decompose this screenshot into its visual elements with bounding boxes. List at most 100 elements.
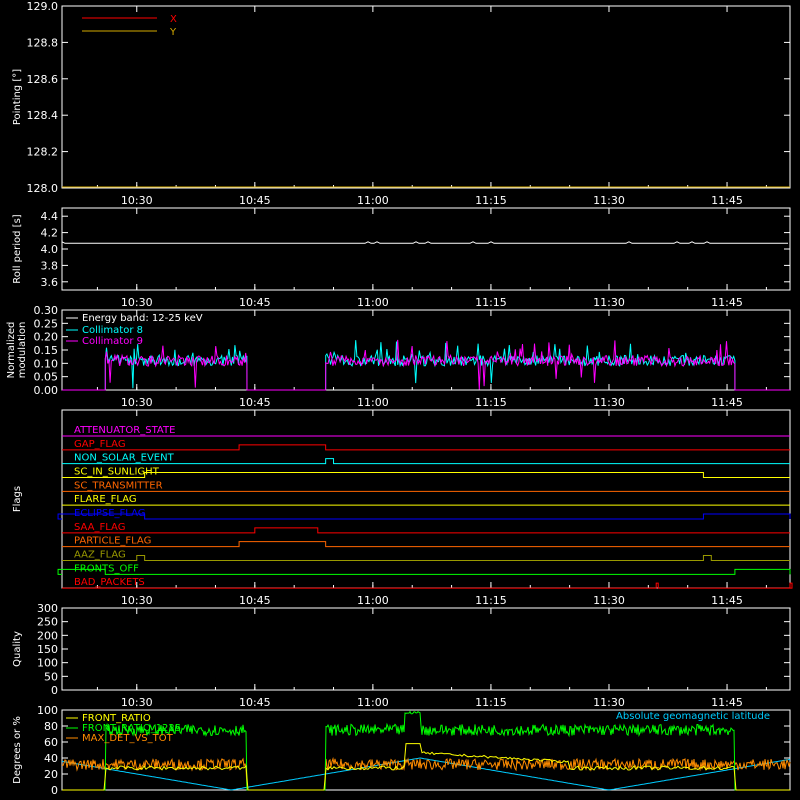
x-tick-label: 11:15	[475, 296, 507, 309]
series-line-max-det	[61, 756, 791, 791]
legend-label-collimator: Collimator 8	[82, 325, 143, 336]
x-tick-label: 11:30	[593, 594, 625, 607]
plot-frame-3	[61, 409, 791, 589]
flag-line-bad_packets	[62, 582, 793, 589]
figure: 10:30 10:45 11:00 11:15 11:30 11:45 128.0 128.2…	[6, 0, 793, 797]
x-tick-label: 10:45	[239, 296, 271, 309]
y-tick-label: 50	[44, 670, 58, 683]
x-tick-label: 10:45	[239, 594, 271, 607]
flag-line-aaz_flag	[62, 555, 790, 561]
x-tick-label: 11:30	[593, 396, 625, 409]
x-tick-label: 10:45	[239, 696, 271, 709]
flag-label-sc_in_sunlight: SC_IN_SUNLIGHT	[74, 467, 160, 478]
y-tick-label: 0.20	[34, 331, 59, 344]
x-tick-label: 11:15	[475, 396, 507, 409]
y-tick-label: 128.2	[27, 146, 59, 159]
flag-label-fronts_off: FRONTS_OFF	[74, 563, 139, 574]
flag-line-particle_flag	[62, 541, 790, 548]
x-tick-label: 11:45	[711, 296, 743, 309]
x-tick-label: 11:15	[475, 696, 507, 709]
y-tick-label: 0.25	[34, 317, 59, 330]
y-tick-label: 128.4	[27, 109, 59, 122]
y-tick-label: 0.00	[34, 384, 59, 397]
y-axis-label: Flags	[12, 486, 23, 512]
series-line-collimator-8	[62, 340, 790, 391]
y-tick-label: 3.6	[41, 276, 59, 289]
y-tick-label: 0.15	[34, 344, 59, 357]
legend-label-y: Y	[169, 27, 177, 38]
y-axis-label: Quality	[12, 631, 23, 667]
x-tick-label: 11:45	[711, 194, 743, 207]
y-tick-label: 40	[44, 752, 58, 765]
x-tick-label: 10:30	[121, 194, 153, 207]
x-tick-label: 11:15	[475, 594, 507, 607]
y-tick-label: 129.0	[27, 0, 59, 13]
x-tick-label: 10:30	[121, 594, 153, 607]
y-tick-label: 128.0	[27, 182, 59, 195]
y-tick-label: 4.2	[41, 227, 59, 240]
flag-label-attenuator_state: ATTENUATOR_STATE	[74, 425, 175, 436]
legend-label-x: X	[170, 14, 177, 25]
legend-label-energy-band: Energy band: 12-25 keV	[82, 313, 203, 324]
y-axis-label: Normalized	[6, 322, 17, 379]
x-tick-label: 10:45	[239, 194, 271, 207]
y-tick-label: 0.30	[34, 304, 59, 317]
flag-label-sc_transmitter: SC_TRANSMITTER	[74, 480, 163, 491]
flag-line-saa_flag	[62, 527, 790, 534]
flag-label-gap_flag: GAP_FLAG	[74, 439, 126, 450]
flag-label-particle_flag: PARTICLE_FLAG	[74, 536, 151, 547]
y-tick-label: 20	[44, 768, 58, 781]
x-tick-label: 10:30	[121, 696, 153, 709]
x-tick-label: 10:30	[121, 296, 153, 309]
x-tick-label: 11:45	[711, 594, 743, 607]
legend-label-max_det_vs_tot: MAX_DET_VS_TOT	[82, 733, 174, 744]
y-tick-label: 150	[37, 643, 58, 656]
x-tick-label: 10:45	[239, 396, 271, 409]
y-tick-label: 0.05	[34, 371, 59, 384]
y-tick-label: 0.10	[34, 357, 59, 370]
flag-label-eclipse_flag: ECLIPSE_FLAG	[74, 508, 145, 519]
flag-label-saa_flag: SAA_FLAG	[74, 522, 125, 533]
flag-label-aaz_flag: AAZ_FLAG	[74, 550, 126, 561]
x-tick-label: 11:00	[357, 396, 389, 409]
y-tick-label: 80	[44, 720, 58, 733]
y-axis-label: Degrees or %	[12, 716, 23, 784]
y-tick-label: 128.8	[27, 36, 59, 49]
y-tick-label: 100	[37, 657, 58, 670]
x-tick-label: 11:00	[357, 194, 389, 207]
x-tick-label: 11:30	[593, 194, 625, 207]
y-tick-label: 250	[37, 616, 58, 629]
legend-label-collimator: Collimator 9	[82, 336, 143, 347]
flag-line-gap_flag	[62, 444, 790, 451]
y-tick-label: 60	[44, 736, 58, 749]
series-line-roll-period	[61, 240, 788, 244]
y-axis-label: Pointing [°]	[12, 69, 23, 125]
flag-label-flare_flag: FLARE_FLAG	[74, 494, 137, 505]
flag-line-eclipse_flag	[57, 513, 791, 520]
y-axis-label: Roll period [s]	[12, 214, 23, 283]
x-tick-label: 10:30	[121, 396, 153, 409]
flag-line-fronts_off	[57, 568, 791, 575]
plot-frame-4	[61, 607, 791, 691]
y-tick-label: 200	[37, 629, 58, 642]
x-tick-label: 11:00	[357, 696, 389, 709]
legend-label-geomagnetic-latitude: Absolute geomagnetic latitude	[616, 711, 770, 722]
y-tick-label: 0	[51, 684, 58, 697]
y-tick-label: 300	[37, 602, 58, 615]
x-tick-label: 11:00	[357, 594, 389, 607]
y-tick-label: 4.4	[41, 210, 59, 223]
y-tick-label: 0	[51, 784, 58, 797]
x-tick-label: 11:45	[711, 696, 743, 709]
flag-line-sc_in_sunlight	[62, 472, 790, 478]
y-tick-label: 100	[37, 704, 58, 717]
x-tick-label: 11:30	[593, 696, 625, 709]
plot-frame-1	[61, 207, 791, 291]
x-tick-label: 11:45	[711, 396, 743, 409]
flag-label-bad_packets: BAD_PACKETS	[74, 577, 145, 588]
y-tick-label: 3.8	[41, 259, 59, 272]
x-tick-label: 11:30	[593, 296, 625, 309]
x-tick-label: 11:00	[357, 296, 389, 309]
y-tick-label: 128.6	[27, 73, 59, 86]
y-axis-label: modulation	[17, 322, 28, 379]
y-tick-label: 4.0	[41, 243, 59, 256]
